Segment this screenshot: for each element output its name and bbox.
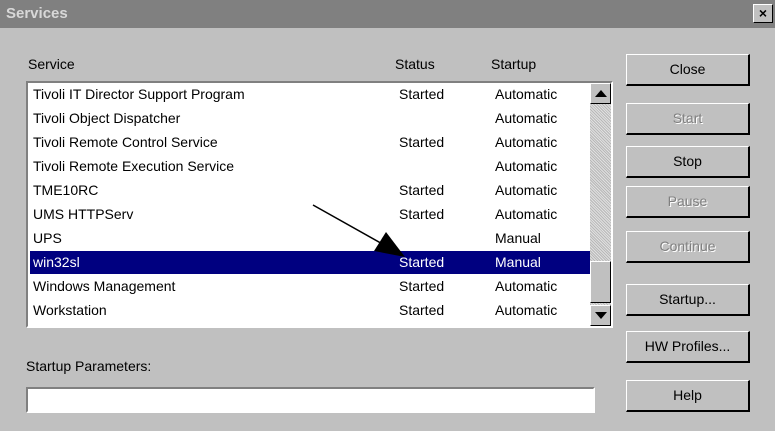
arrow-up-icon (595, 90, 607, 97)
startup-parameters-label: Startup Parameters: (26, 358, 152, 374)
cell-startup: Automatic (495, 134, 558, 150)
cell-name: Workstation (33, 302, 107, 318)
pause-button[interactable]: Pause (626, 186, 750, 218)
cell-startup: Automatic (495, 278, 558, 294)
cell-startup: Manual (495, 254, 541, 270)
scroll-up-button[interactable] (590, 83, 611, 104)
table-row[interactable]: Workstation Started Automatic (30, 299, 590, 322)
cell-status: Started (399, 86, 445, 102)
table-row[interactable]: Tivoli IT Director Support Program Starte… (30, 83, 590, 106)
hw-profiles-button[interactable]: HW Profiles... (626, 331, 750, 363)
cell-name: win32sl (33, 254, 80, 270)
cell-name: TME10RC (33, 182, 99, 198)
cell-name: Tivoli Object Dispatcher (33, 110, 181, 126)
cell-startup: Automatic (495, 86, 558, 102)
table-row[interactable]: UPS Manual (30, 227, 590, 250)
cell-name: UMS HTTPServ (33, 206, 134, 222)
table-row[interactable]: Tivoli Remote Control Service Started Auto… (30, 131, 590, 154)
column-header-service[interactable]: Service (28, 56, 75, 72)
arrow-down-icon (595, 312, 607, 319)
cell-name: Tivoli IT Director Support Program (33, 86, 245, 102)
close-button[interactable]: Close (626, 54, 750, 86)
table-row[interactable]: Tivoli Remote Execution Service Automatic (30, 155, 590, 178)
cell-status: Started (399, 254, 445, 270)
cell-name: Tivoli Remote Control Service (33, 134, 218, 150)
stop-button[interactable]: Stop (626, 146, 750, 178)
close-icon[interactable]: × (753, 4, 773, 23)
cell-status: Started (399, 206, 445, 222)
services-list[interactable]: Tivoli IT Director Support Program Starte… (26, 81, 613, 328)
continue-button[interactable]: Continue (626, 231, 750, 263)
scroll-down-button[interactable] (590, 305, 611, 326)
cell-status: Started (399, 278, 445, 294)
window-title: Services (6, 5, 68, 22)
cell-startup: Automatic (495, 110, 558, 126)
cell-startup: Automatic (495, 158, 558, 174)
cell-startup: Automatic (495, 206, 558, 222)
cell-startup: Automatic (495, 302, 558, 318)
startup-parameters-input[interactable] (26, 387, 595, 413)
title-bar: Services × (0, 0, 775, 28)
cell-status: Started (399, 302, 445, 318)
cell-name: Windows Management (33, 278, 176, 294)
scrollbar-thumb[interactable] (590, 261, 611, 303)
cell-status: Started (399, 134, 445, 150)
startup-button[interactable]: Startup... (626, 284, 750, 316)
table-row[interactable]: Tivoli Object Dispatcher Automatic (30, 107, 590, 130)
table-row[interactable]: win32sl Started Manual (30, 251, 590, 274)
table-row[interactable]: UMS HTTPServ Started Automatic (30, 203, 590, 226)
column-header-status[interactable]: Status (395, 56, 435, 72)
column-header-startup[interactable]: Startup (491, 56, 536, 72)
cell-name: UPS (33, 230, 62, 246)
help-button[interactable]: Help (626, 380, 750, 412)
cell-name: Tivoli Remote Execution Service (33, 158, 235, 174)
cell-status: Started (399, 182, 445, 198)
vertical-scrollbar[interactable] (590, 83, 611, 326)
start-button[interactable]: Start (626, 103, 750, 135)
cell-startup: Manual (495, 230, 541, 246)
table-row[interactable]: Windows Management Started Automatic (30, 275, 590, 298)
table-row[interactable]: TME10RC Started Automatic (30, 179, 590, 202)
cell-startup: Automatic (495, 182, 558, 198)
